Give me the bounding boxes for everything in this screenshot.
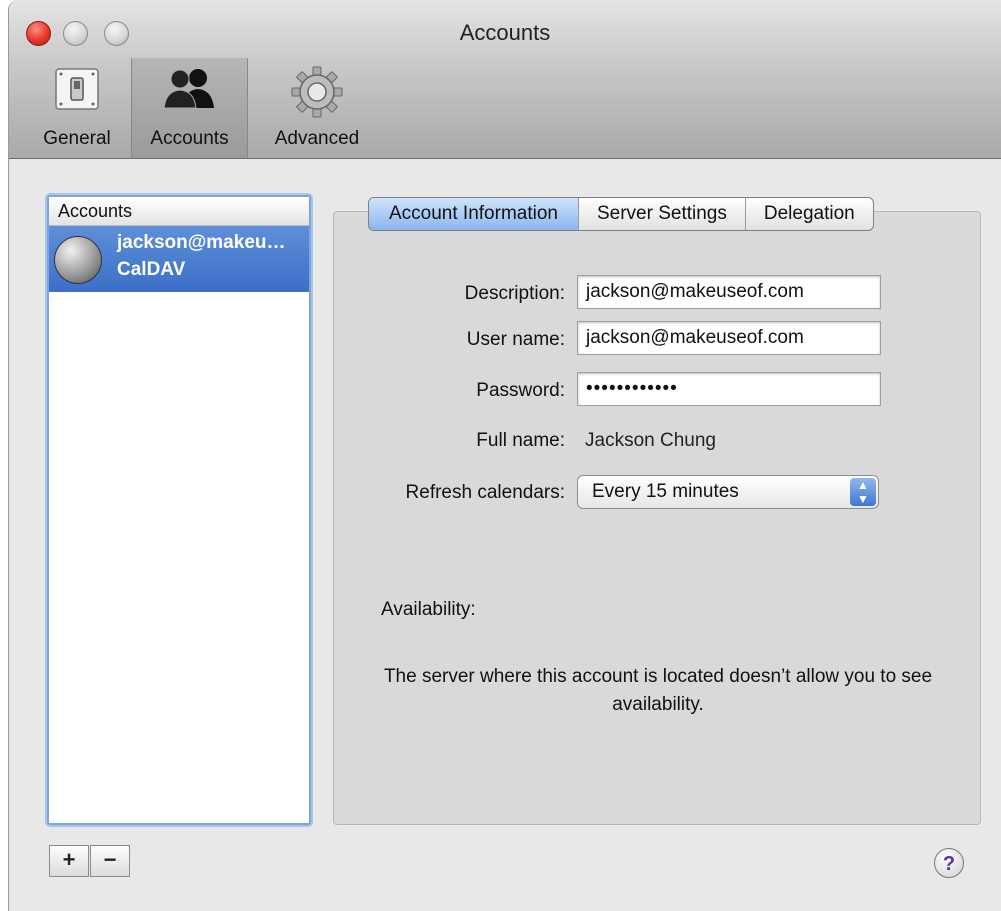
remove-account-button[interactable]: − <box>90 845 130 877</box>
account-name: jackson@makeu… <box>117 232 286 253</box>
accounts-list-header: Accounts <box>49 197 309 226</box>
toolbar-general-label: General <box>43 128 111 149</box>
description-label: Description: <box>464 283 565 304</box>
availability-message: The server where this account is located… <box>383 666 933 715</box>
fullname-value: Jackson Chung <box>585 430 716 451</box>
toolbar-advanced[interactable]: Advanced <box>261 58 373 158</box>
title-toolbar: Accounts General Accounts Advanced <box>9 0 1001 159</box>
refresh-select[interactable]: Every 15 minutes ▲ ▼ <box>577 475 879 509</box>
password-label: Password: <box>476 380 565 401</box>
preferences-window: Accounts General Accounts Advanced Accou… <box>8 0 1001 911</box>
fullname-label: Full name: <box>476 430 565 451</box>
select-arrows-icon: ▲ ▼ <box>850 478 876 506</box>
refresh-select-value: Every 15 minutes <box>592 481 739 502</box>
content-area: Accounts jackson@makeu… CalDAV + − Accou… <box>9 159 1001 911</box>
tab-account-information[interactable]: Account Information <box>369 198 578 230</box>
window-title: Accounts <box>459 20 551 45</box>
refresh-label: Refresh calendars: <box>405 482 565 503</box>
account-row[interactable]: jackson@makeu… CalDAV <box>49 226 309 292</box>
tab-bar: Account Information Server Settings Dele… <box>368 197 874 231</box>
accounts-list[interactable]: Accounts jackson@makeu… CalDAV <box>47 195 311 825</box>
description-field[interactable]: jackson@makeuseof.com <box>577 275 881 309</box>
availability-label: Availability: <box>381 599 476 620</box>
switch-icon <box>55 68 99 110</box>
toolbar-general[interactable]: General <box>31 58 123 158</box>
add-account-button[interactable]: + <box>49 845 89 877</box>
people-icon <box>162 69 214 109</box>
toolbar-accounts[interactable]: Accounts <box>131 58 248 158</box>
account-type: CalDAV <box>117 259 186 280</box>
username-field[interactable]: jackson@makeuseof.com <box>577 321 881 355</box>
gear-icon <box>291 66 343 118</box>
toolbar-accounts-label: Accounts <box>150 128 229 149</box>
password-field[interactable]: •••••••••••• <box>577 372 881 406</box>
help-button[interactable]: ? <box>934 848 964 878</box>
toolbar-advanced-label: Advanced <box>274 128 360 149</box>
tab-delegation[interactable]: Delegation <box>744 198 873 230</box>
tab-server-settings[interactable]: Server Settings <box>577 198 745 230</box>
globe-icon <box>54 236 102 284</box>
username-label: User name: <box>466 329 565 350</box>
